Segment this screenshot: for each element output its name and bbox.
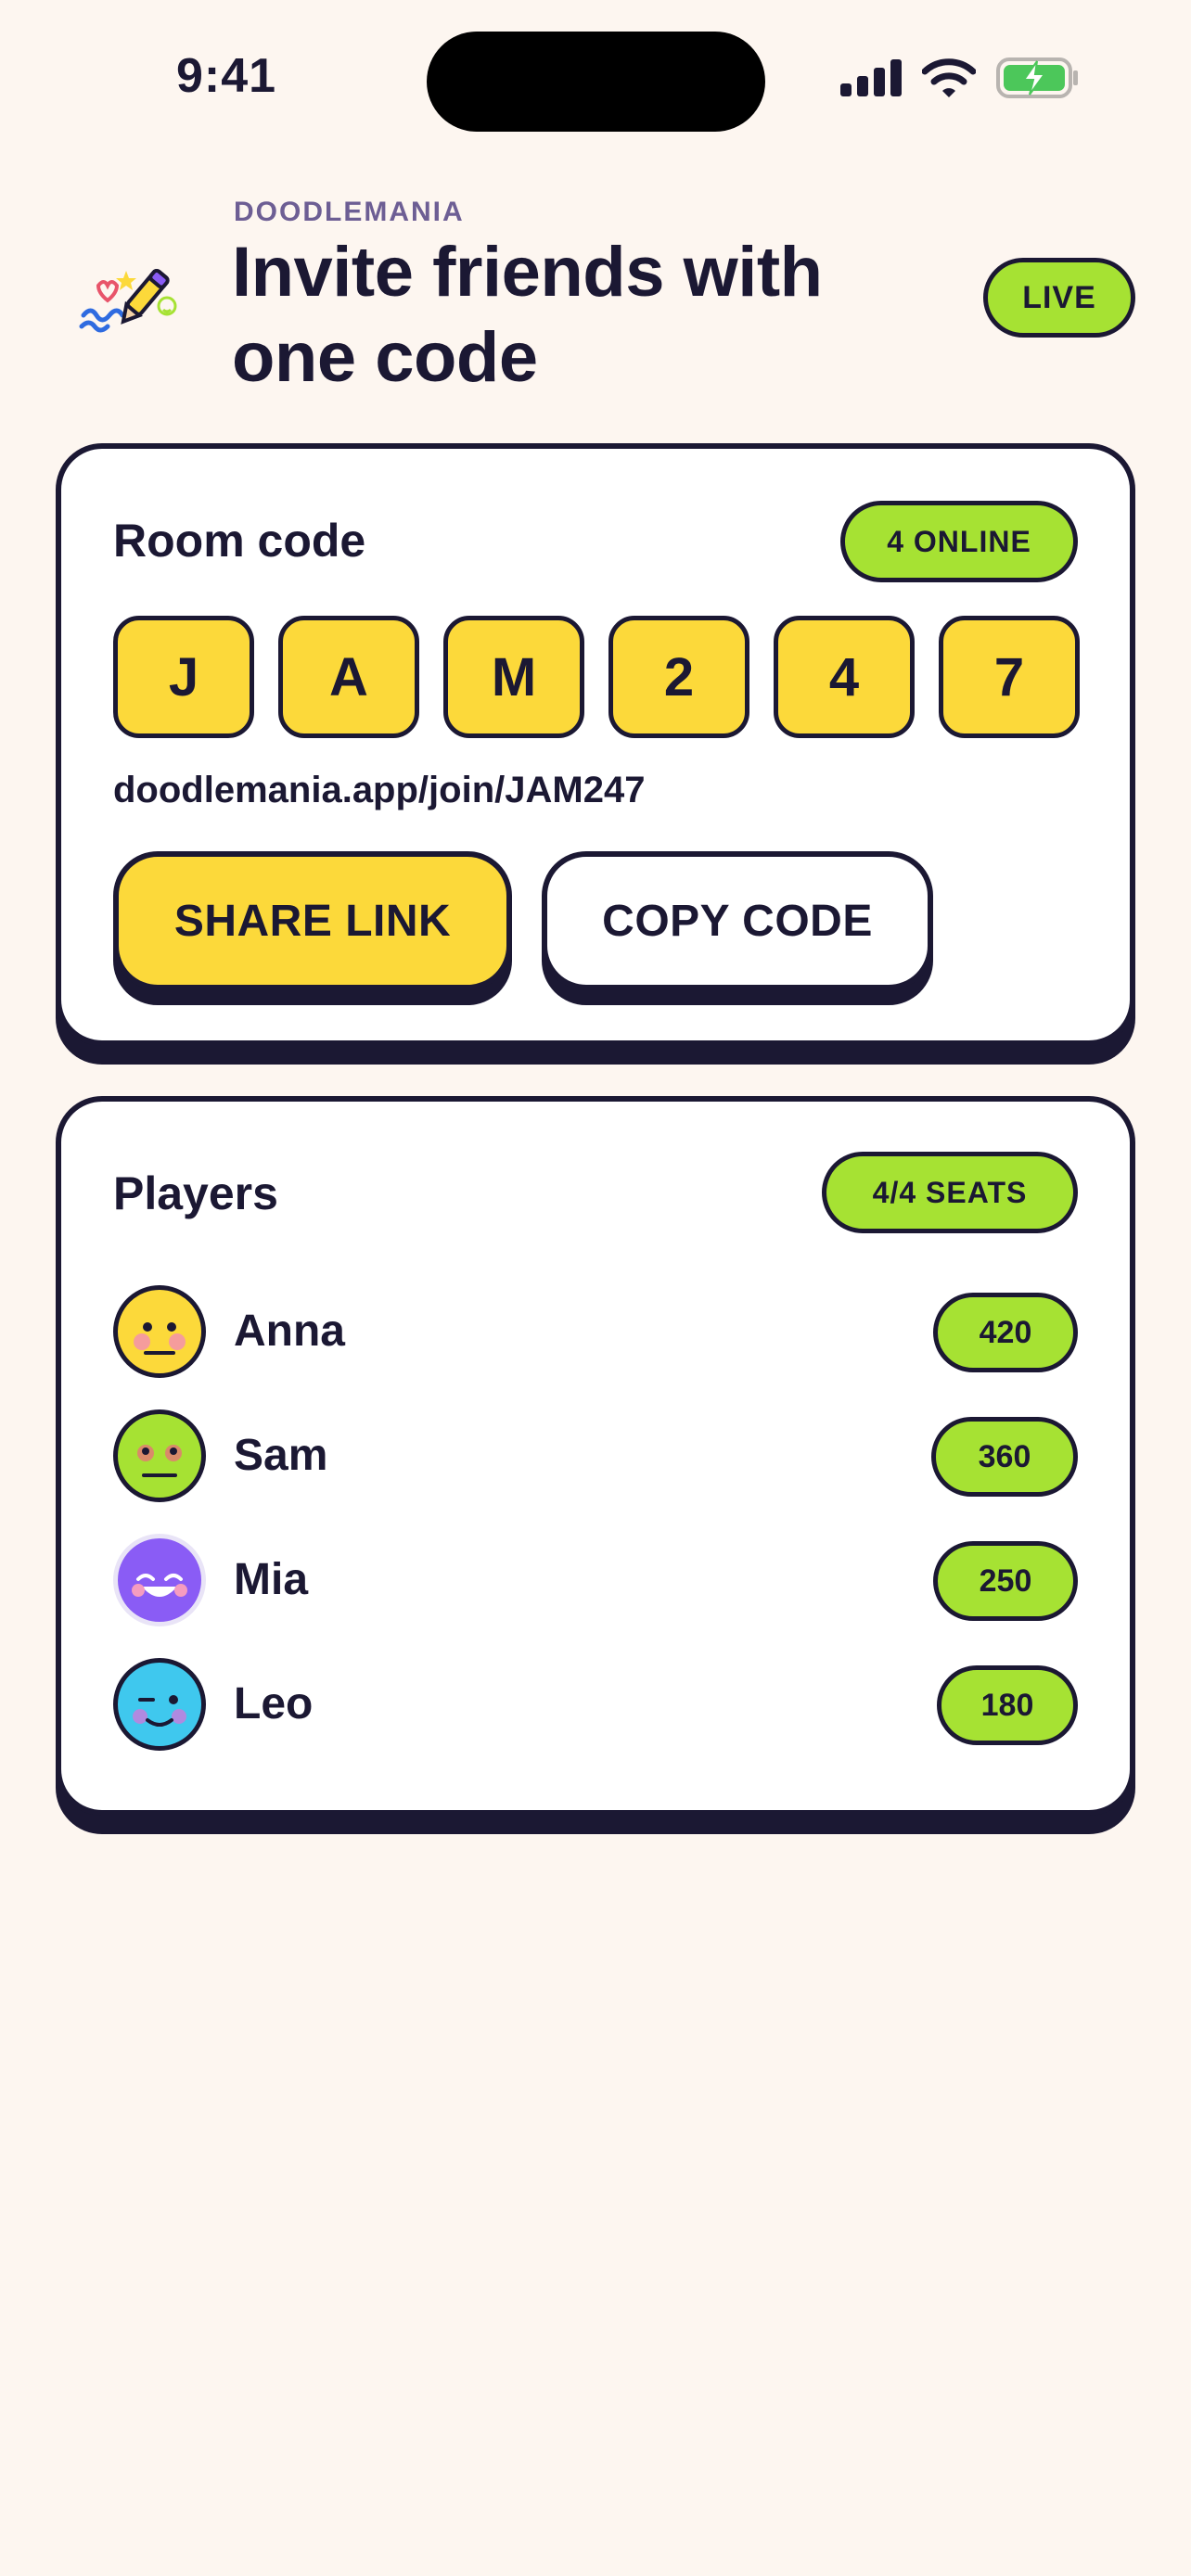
online-count-badge: 4 ONLINE xyxy=(840,501,1078,582)
page-title: Invite friends with one code xyxy=(232,233,823,397)
player-row: Mia 250 xyxy=(113,1534,1078,1626)
player-row: Anna 420 xyxy=(113,1285,1078,1378)
brand-name: DOODLEMANIA xyxy=(234,197,465,227)
smiley-blush-icon xyxy=(113,1285,206,1378)
smiley-grin-icon xyxy=(113,1534,206,1626)
room-code-tiles: J A M 2 4 7 xyxy=(113,616,1080,738)
player-name: Sam xyxy=(234,1431,328,1480)
code-char-tile: 2 xyxy=(608,616,749,738)
player-score: 360 xyxy=(931,1417,1078,1497)
player-row: Sam 360 xyxy=(113,1409,1078,1502)
room-code-card: Room code 4 ONLINE J A M 2 4 7 doodleman… xyxy=(56,443,1135,1046)
player-score: 250 xyxy=(933,1541,1078,1621)
player-row: Leo 180 xyxy=(113,1658,1078,1751)
wifi-icon xyxy=(922,58,976,97)
code-char-tile: A xyxy=(278,616,419,738)
code-char-tile: M xyxy=(443,616,584,738)
code-char-tile: 7 xyxy=(939,616,1080,738)
live-badge: LIVE xyxy=(983,258,1135,338)
battery-charging-icon xyxy=(996,57,1078,98)
players-heading: Players xyxy=(113,1167,278,1219)
code-char-tile: 4 xyxy=(774,616,915,738)
smiley-wink-icon xyxy=(113,1658,206,1751)
doodle-pencil-icon xyxy=(79,268,177,333)
player-name: Anna xyxy=(234,1307,345,1356)
copy-code-button[interactable]: COPY CODE xyxy=(542,851,933,990)
dynamic-island xyxy=(427,32,765,132)
signal-icon xyxy=(840,59,902,96)
player-name: Leo xyxy=(234,1679,314,1728)
players-card: Players 4/4 SEATS Anna 420 Sam 360 Mia 2… xyxy=(56,1096,1135,1816)
status-icons xyxy=(840,57,1080,98)
status-time: 9:41 xyxy=(176,49,277,103)
seats-badge: 4/4 SEATS xyxy=(822,1152,1078,1233)
player-score: 180 xyxy=(937,1665,1078,1745)
share-link-button[interactable]: SHARE LINK xyxy=(113,851,512,990)
code-char-tile: J xyxy=(113,616,254,738)
smiley-glasses-icon xyxy=(113,1409,206,1502)
status-bar: 9:41 xyxy=(0,0,1191,167)
player-score: 420 xyxy=(933,1293,1078,1372)
player-name: Mia xyxy=(234,1555,309,1604)
join-link[interactable]: doodlemania.app/join/JAM247 xyxy=(113,770,645,811)
room-code-heading: Room code xyxy=(113,515,366,567)
